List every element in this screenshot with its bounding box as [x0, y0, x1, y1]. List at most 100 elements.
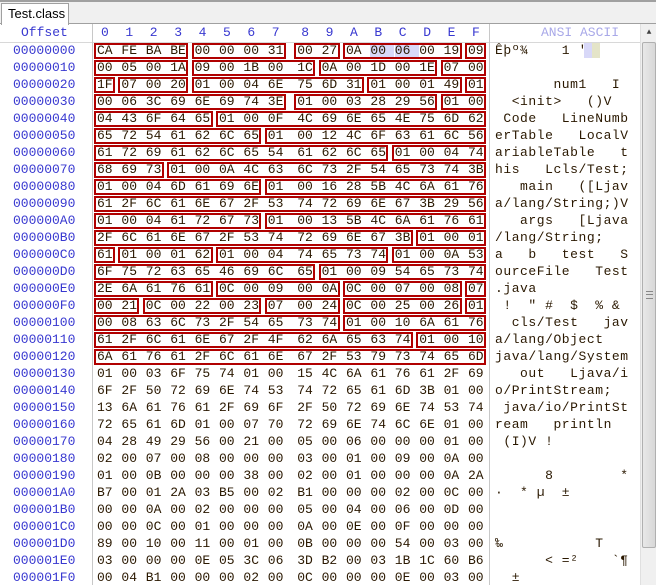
hex-byte[interactable]: B7	[97, 484, 117, 501]
hex-byte[interactable]: 00	[346, 535, 366, 552]
hex-byte[interactable]: 02	[297, 467, 317, 484]
ascii-row[interactable]: his Lcls/Test;	[495, 161, 629, 178]
ascii-row[interactable]: .java	[495, 280, 629, 297]
ascii-row[interactable]: a/lang/String;)V	[495, 195, 629, 212]
hex-byte[interactable]: 61	[195, 399, 215, 416]
hex-byte[interactable]: 07	[243, 416, 263, 433]
hex-byte[interactable]: 72	[322, 382, 342, 399]
hex-byte[interactable]: 00	[468, 501, 488, 518]
hex-byte[interactable]: 02	[243, 569, 263, 586]
hex-byte[interactable]: 00	[97, 501, 117, 518]
hex-byte[interactable]: B2	[322, 552, 342, 569]
vertical-scrollbar[interactable]: ▲	[640, 24, 656, 585]
hex-byte[interactable]: 61	[419, 365, 439, 382]
hex-byte[interactable]: 00	[468, 535, 488, 552]
hex-byte[interactable]: 00	[243, 501, 263, 518]
hex-byte[interactable]: 61	[146, 399, 166, 416]
hex-byte[interactable]: 0B	[297, 535, 317, 552]
hex-byte[interactable]: 69	[370, 399, 390, 416]
scrollbar-thumb[interactable]	[642, 42, 656, 548]
hex-byte[interactable]: 00	[322, 518, 342, 535]
hex-byte[interactable]: 08	[195, 450, 215, 467]
hex-byte[interactable]: 00	[322, 433, 342, 450]
hex-byte[interactable]: 6F	[268, 399, 288, 416]
hex-byte[interactable]: 00	[468, 433, 488, 450]
hex-byte[interactable]: 1C	[419, 552, 439, 569]
ascii-row[interactable]: a b test S	[495, 246, 629, 263]
hex-byte[interactable]: 03	[146, 365, 166, 382]
hex-byte[interactable]: 74	[419, 399, 439, 416]
hex-byte[interactable]: 10	[146, 535, 166, 552]
hex-byte[interactable]: 00	[219, 450, 239, 467]
hex-byte[interactable]: 00	[419, 467, 439, 484]
hex-byte[interactable]: 0C	[297, 569, 317, 586]
hex-byte[interactable]: 00	[468, 569, 488, 586]
hex-byte[interactable]: 4C	[322, 365, 342, 382]
hex-byte[interactable]: 3C	[243, 552, 263, 569]
hex-byte[interactable]: 09	[395, 450, 415, 467]
hex-byte[interactable]: 0C	[444, 484, 464, 501]
hex-byte[interactable]: 6F	[170, 365, 190, 382]
hex-byte[interactable]: 06	[268, 552, 288, 569]
hex-byte[interactable]: 3D	[297, 552, 317, 569]
hex-byte[interactable]: 00	[370, 569, 390, 586]
hex-byte[interactable]: 03	[297, 450, 317, 467]
hex-byte[interactable]: 69	[243, 399, 263, 416]
hex-byte[interactable]: 03	[195, 484, 215, 501]
hex-byte[interactable]: 70	[268, 416, 288, 433]
hex-byte[interactable]: 00	[322, 484, 342, 501]
hex-byte[interactable]: 2A	[468, 467, 488, 484]
hex-byte[interactable]: 0B	[146, 467, 166, 484]
hex-byte[interactable]: 00	[219, 569, 239, 586]
hex-byte[interactable]: 00	[268, 535, 288, 552]
ascii-row[interactable]	[495, 450, 629, 467]
hex-byte[interactable]: 00	[322, 450, 342, 467]
ascii-row[interactable]: ! " # $ % &	[495, 297, 629, 314]
hex-byte[interactable]: 6E	[395, 399, 415, 416]
hex-byte[interactable]: 06	[346, 433, 366, 450]
hex-byte[interactable]: 00	[97, 569, 117, 586]
hex-byte[interactable]: 21	[243, 433, 263, 450]
hex-byte[interactable]: 00	[121, 467, 141, 484]
hex-byte[interactable]: 00	[419, 569, 439, 586]
hex-byte[interactable]: 00	[219, 518, 239, 535]
hex-byte[interactable]: 01	[444, 416, 464, 433]
ascii-row[interactable]	[495, 59, 629, 76]
hex-byte[interactable]: 1B	[395, 552, 415, 569]
ascii-row[interactable]: /lang/String;	[495, 229, 629, 246]
hex-byte[interactable]: B1	[146, 569, 166, 586]
hex-byte[interactable]: 00	[346, 552, 366, 569]
hex-byte[interactable]: 00	[195, 467, 215, 484]
hex-byte[interactable]: 02	[395, 484, 415, 501]
hex-byte[interactable]: 6E	[219, 382, 239, 399]
hex-byte[interactable]: 74	[297, 382, 317, 399]
ascii-row[interactable]: o/PrintStream;	[495, 382, 629, 399]
hex-byte[interactable]: 01	[195, 518, 215, 535]
ascii-row[interactable]: cls/Test jav	[495, 314, 629, 331]
hex-byte[interactable]: 00	[170, 569, 190, 586]
hex-byte[interactable]: 00	[370, 501, 390, 518]
hex-byte[interactable]: 61	[370, 365, 390, 382]
hex-byte[interactable]: 00	[468, 518, 488, 535]
hex-byte[interactable]: 76	[170, 399, 190, 416]
hex-byte[interactable]: 13	[97, 399, 117, 416]
hex-byte[interactable]: 01	[243, 535, 263, 552]
hex-byte[interactable]: 0D	[444, 501, 464, 518]
hex-byte[interactable]: 01	[346, 450, 366, 467]
hex-byte[interactable]: 02	[97, 450, 117, 467]
hex-byte[interactable]: 00	[268, 450, 288, 467]
hex-byte[interactable]: 29	[170, 433, 190, 450]
ascii-row[interactable]: ream println	[495, 416, 629, 433]
ascii-row[interactable]: a/lang/Object	[495, 331, 629, 348]
hex-byte[interactable]: 01	[97, 467, 117, 484]
hex-byte[interactable]: 0A	[444, 467, 464, 484]
hex-byte[interactable]: 00	[219, 535, 239, 552]
ascii-row[interactable]: erTable LocalV	[495, 127, 629, 144]
hex-byte[interactable]: 01	[195, 416, 215, 433]
hex-byte[interactable]: 03	[444, 569, 464, 586]
ascii-row[interactable]: out Ljava/i	[495, 365, 629, 382]
hex-byte[interactable]: 01	[444, 433, 464, 450]
hex-byte[interactable]: 00	[346, 569, 366, 586]
hex-byte[interactable]: 3B	[419, 382, 439, 399]
hex-byte[interactable]: 00	[121, 365, 141, 382]
